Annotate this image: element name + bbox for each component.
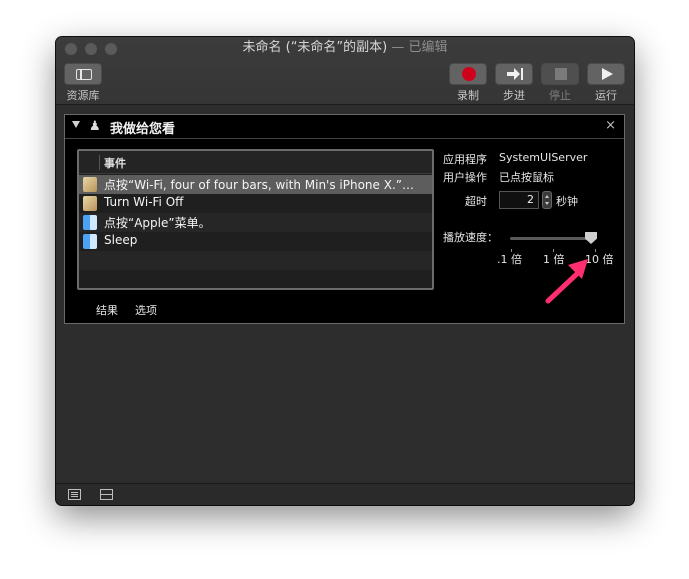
table-row[interactable]: 点按“Apple”菜单。 bbox=[79, 213, 432, 232]
tab-results[interactable]: 结果 bbox=[96, 302, 118, 318]
annotation-arrow-icon bbox=[545, 259, 588, 304]
library-button[interactable] bbox=[64, 63, 102, 85]
title-toolbar: 未命名 (“未命名”的副本) — 已编辑 资源库 录制 步进 停止 运行 bbox=[56, 37, 634, 105]
app-label: 应用程序 bbox=[443, 153, 487, 166]
user-action-label: 用户操作 bbox=[443, 171, 487, 184]
record-icon bbox=[462, 67, 476, 81]
tab-options[interactable]: 选项 bbox=[135, 302, 157, 318]
action-header: ♟ 我做给您看 × bbox=[65, 115, 624, 139]
disclosure-triangle-icon[interactable] bbox=[72, 121, 80, 128]
run-label: 运行 bbox=[595, 89, 617, 102]
table-row[interactable]: Sleep bbox=[79, 232, 432, 251]
close-action-button[interactable]: × bbox=[605, 118, 616, 133]
timeout-label: 超时 bbox=[465, 195, 487, 208]
action-title: 我做给您看 bbox=[110, 122, 176, 137]
row-text: 点按“Apple”菜单。 bbox=[104, 216, 211, 230]
status-bar bbox=[56, 483, 634, 505]
speed-slider-thumb[interactable] bbox=[585, 232, 597, 244]
library-label: 资源库 bbox=[66, 89, 100, 102]
run-button[interactable] bbox=[587, 63, 625, 85]
user-action-value: 已点按鼠标 bbox=[499, 171, 554, 184]
window-title-edited: — 已编辑 bbox=[387, 40, 448, 55]
table-row[interactable]: Turn Wi-Fi Off bbox=[79, 194, 432, 213]
script-icon bbox=[83, 196, 97, 211]
column-header-events[interactable]: 事件 bbox=[104, 155, 126, 171]
row-text: Sleep bbox=[104, 233, 138, 247]
step-button[interactable] bbox=[495, 63, 533, 85]
sidebar-icon bbox=[76, 69, 92, 80]
timeout-stepper[interactable] bbox=[542, 191, 552, 209]
stop-button[interactable] bbox=[541, 63, 579, 85]
variables-icon[interactable] bbox=[100, 489, 113, 500]
record-button[interactable] bbox=[449, 63, 487, 85]
log-icon[interactable] bbox=[68, 489, 81, 500]
column-separator bbox=[99, 155, 100, 170]
timeout-unit: 秒钟 bbox=[556, 195, 578, 208]
window-title: 未命名 (“未命名”的副本) — 已编辑 bbox=[56, 39, 634, 57]
play-icon bbox=[602, 68, 613, 80]
stop-label: 停止 bbox=[549, 89, 571, 102]
speed-tick-label: .1 倍 bbox=[497, 253, 522, 266]
stop-icon bbox=[555, 68, 567, 80]
speed-slider-track[interactable] bbox=[510, 237, 596, 240]
step-label: 步进 bbox=[503, 89, 525, 102]
row-text: Turn Wi-Fi Off bbox=[104, 195, 184, 209]
script-icon bbox=[83, 177, 97, 192]
table-row[interactable]: 点按“Wi-Fi, four of four bars, with Min's … bbox=[79, 175, 432, 194]
app-value: SystemUIServer bbox=[499, 151, 588, 164]
finder-icon bbox=[83, 215, 97, 230]
finder-icon bbox=[83, 234, 97, 249]
row-text: 点按“Wi-Fi, four of four bars, with Min's … bbox=[104, 178, 414, 192]
window-title-main: 未命名 (“未命名”的副本) bbox=[242, 40, 388, 55]
empty-row bbox=[79, 251, 432, 270]
speed-label: 播放速度： bbox=[443, 231, 498, 244]
step-icon bbox=[507, 68, 523, 80]
events-table[interactable]: 事件 点按“Wi-Fi, four of four bars, with Min… bbox=[77, 149, 434, 290]
watch-me-do-icon: ♟ bbox=[89, 119, 101, 134]
table-header: 事件 bbox=[79, 151, 432, 174]
timeout-field[interactable]: 2 bbox=[499, 191, 539, 209]
record-label: 录制 bbox=[457, 89, 479, 102]
